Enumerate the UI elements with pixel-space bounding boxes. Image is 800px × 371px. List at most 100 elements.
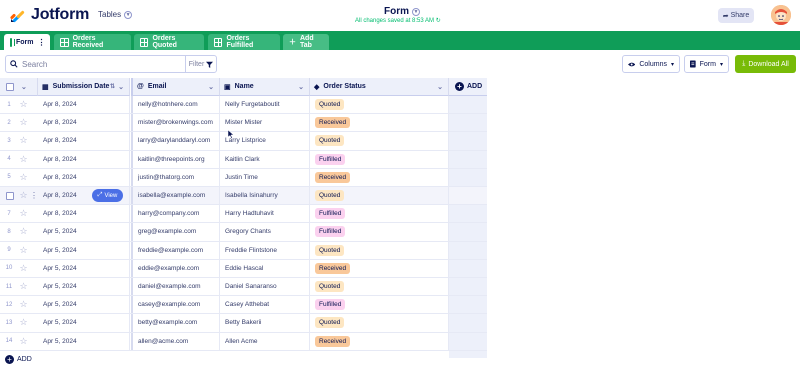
cell-email[interactable]: greg@example.com — [131, 223, 220, 241]
table-row[interactable]: ☆ ⋮ Apr 8, 2024 ⤢ View isabella@example.com Is… — [0, 187, 487, 206]
cell-name[interactable]: Eddie Hascal — [220, 259, 310, 277]
table-row[interactable]: 10 ☆ Apr 5, 2024 eddie@example.com Eddie Has… — [0, 259, 487, 278]
chevron-down-icon[interactable]: ⌄ — [208, 83, 214, 91]
star-icon[interactable]: ☆ — [18, 151, 29, 168]
cell-email[interactable]: kaitlin@threepoints.org — [131, 150, 220, 168]
column-header-order-status[interactable]: ◆ Order Status ⌄ — [310, 78, 449, 96]
cell-submission-date[interactable]: Apr 8, 2024 — [38, 114, 130, 132]
cell-order-status[interactable]: Fulfilled — [310, 296, 449, 314]
cell-order-status[interactable]: Quoted — [310, 96, 449, 114]
tab-orders-fulfilled[interactable]: Orders Fulfilled — [208, 34, 280, 50]
cell-order-status[interactable]: Fulfilled — [310, 205, 449, 223]
cell-email[interactable]: freddie@example.com — [131, 241, 220, 259]
cell-order-status[interactable]: Quoted — [310, 187, 449, 205]
filter-button[interactable]: Filter — [185, 56, 216, 72]
column-header-name[interactable]: ▣ Name ⌄ — [220, 78, 310, 96]
view-button[interactable]: ⤢ View — [92, 189, 123, 202]
cell-submission-date[interactable]: Apr 5, 2024 — [38, 296, 130, 314]
chevron-down-icon[interactable]: ⌄ — [118, 83, 124, 91]
cell-email[interactable]: mister@brokenwings.com — [131, 114, 220, 132]
cell-submission-date[interactable]: Apr 8, 2024 — [38, 205, 130, 223]
table-row[interactable]: 4 ☆ Apr 8, 2024 kaitlin@threepoints.org Kait… — [0, 150, 487, 169]
cell-name[interactable]: Allen Acme — [220, 332, 310, 350]
column-header-submission-date[interactable]: ▦ Submission Date ⇅ ⌄ — [38, 78, 130, 96]
cell-email[interactable]: justin@thatorg.com — [131, 168, 220, 186]
columns-button[interactable]: Columns ▾ — [622, 55, 680, 73]
star-icon[interactable]: ☆ — [18, 187, 29, 204]
table-row[interactable]: 7 ☆ Apr 8, 2024 harry@company.com Harry Hadt… — [0, 205, 487, 224]
cell-name[interactable]: Nelly Furgetaboutit — [220, 96, 310, 114]
cell-order-status[interactable]: Quoted — [310, 314, 449, 332]
table-row[interactable]: 5 ☆ Apr 8, 2024 justin@thatorg.com Justin Ti… — [0, 168, 487, 187]
cell-email[interactable]: allen@acme.com — [131, 332, 220, 350]
tab-orders-received[interactable]: Orders Received — [54, 34, 131, 50]
cell-email[interactable]: nelly@hotnhere.com — [131, 96, 220, 114]
cell-name[interactable]: Gregory Chants — [220, 223, 310, 241]
cell-order-status[interactable]: Received — [310, 332, 449, 350]
table-row[interactable]: 12 ☆ Apr 5, 2024 casey@example.com Casey Att… — [0, 296, 487, 315]
cell-order-status[interactable]: Fulfilled — [310, 150, 449, 168]
table-row[interactable]: 9 ☆ Apr 5, 2024 freddie@example.com Freddie … — [0, 241, 487, 260]
cell-name[interactable]: Freddie Flintstone — [220, 241, 310, 259]
cell-submission-date[interactable]: Apr 5, 2024 — [38, 332, 130, 350]
cell-order-status[interactable]: Fulfilled — [310, 223, 449, 241]
star-icon[interactable]: ☆ — [18, 169, 29, 186]
column-header-email[interactable]: @ Email ⌄ — [131, 78, 220, 96]
star-icon[interactable]: ☆ — [18, 114, 29, 131]
star-icon[interactable]: ☆ — [18, 314, 29, 331]
search-input[interactable]: Search — [6, 60, 185, 69]
jotform-logo[interactable]: Jotform — [9, 6, 89, 24]
sort-icon[interactable]: ⇅ — [110, 83, 115, 90]
tables-menu[interactable]: Tables ▼ — [98, 10, 133, 19]
cell-submission-date[interactable]: Apr 8, 2024 — [38, 132, 130, 150]
cell-submission-date[interactable]: Apr 8, 2024 — [38, 168, 130, 186]
cell-order-status[interactable]: Quoted — [310, 241, 449, 259]
cell-name[interactable]: Betty Bakerii — [220, 314, 310, 332]
cell-name[interactable]: Justin Time — [220, 168, 310, 186]
cell-submission-date[interactable]: Apr 5, 2024 — [38, 223, 130, 241]
cell-order-status[interactable]: Received — [310, 114, 449, 132]
table-row[interactable]: 11 ☆ Apr 5, 2024 daniel@example.com Daniel S… — [0, 278, 487, 297]
form-title-menu[interactable]: Form ▼ — [384, 6, 420, 17]
share-button[interactable]: ➦ Share — [718, 8, 754, 23]
cell-email[interactable]: larry@darylanddaryl.com — [131, 132, 220, 150]
cell-order-status[interactable]: Quoted — [310, 278, 449, 296]
download-all-button[interactable]: ⤓ Download All — [735, 55, 796, 73]
table-row[interactable]: 2 ☆ Apr 8, 2024 mister@brokenwings.com Miste… — [0, 114, 487, 133]
star-icon[interactable]: ☆ — [18, 296, 29, 313]
cell-email[interactable]: casey@example.com — [131, 296, 220, 314]
add-row-button[interactable]: + ADD — [5, 355, 32, 364]
table-row[interactable]: 1 ☆ Apr 8, 2024 nelly@hotnhere.com Nelly Fur… — [0, 96, 487, 115]
table-row[interactable]: 13 ☆ Apr 5, 2024 betty@example.com Betty Bak… — [0, 314, 487, 333]
star-icon[interactable]: ☆ — [18, 333, 29, 350]
form-button[interactable]: Form ▾ — [684, 55, 729, 73]
cell-submission-date[interactable]: Apr 5, 2024 — [38, 259, 130, 277]
cell-name[interactable]: Isabella Isinahurry — [220, 187, 310, 205]
star-icon[interactable]: ☆ — [18, 260, 29, 277]
avatar[interactable] — [771, 5, 791, 25]
chevron-down-icon[interactable]: ⌄ — [437, 83, 443, 91]
add-tab-button[interactable]: ＋ Add Tab — [283, 34, 329, 50]
table-row[interactable]: 14 ☆ Apr 5, 2024 allen@acme.com Allen Acme Re… — [0, 332, 487, 351]
star-icon[interactable]: ☆ — [18, 96, 29, 113]
cell-email[interactable]: harry@company.com — [131, 205, 220, 223]
cell-submission-date[interactable]: Apr 8, 2024 — [38, 150, 130, 168]
add-column-button[interactable]: + ADD — [449, 78, 487, 96]
cell-submission-date[interactable]: Apr 5, 2024 — [38, 278, 130, 296]
cell-submission-date[interactable]: Apr 8, 2024 — [38, 96, 130, 114]
table-row[interactable]: 8 ☆ Apr 5, 2024 greg@example.com Gregory Cha… — [0, 223, 487, 242]
cell-name[interactable]: Daniel Sanaranso — [220, 278, 310, 296]
cell-order-status[interactable]: Quoted — [310, 132, 449, 150]
star-icon[interactable]: ☆ — [18, 205, 29, 222]
star-icon[interactable]: ☆ — [18, 278, 29, 295]
chevron-down-icon[interactable]: ⌄ — [298, 83, 304, 91]
cell-name[interactable]: Kaitlin Clark — [220, 150, 310, 168]
more-options-icon[interactable]: ⋮ — [30, 191, 38, 200]
more-options-icon[interactable]: ⋮ — [38, 38, 46, 47]
chevron-down-icon[interactable]: ⌄ — [21, 83, 27, 91]
cell-name[interactable]: Mister Mister — [220, 114, 310, 132]
cell-email[interactable]: eddie@example.com — [131, 259, 220, 277]
cell-email[interactable]: isabella@example.com — [131, 187, 220, 205]
tab-orders-quoted[interactable]: Orders Quoted — [134, 34, 204, 50]
cell-name[interactable]: Casey Atthebat — [220, 296, 310, 314]
